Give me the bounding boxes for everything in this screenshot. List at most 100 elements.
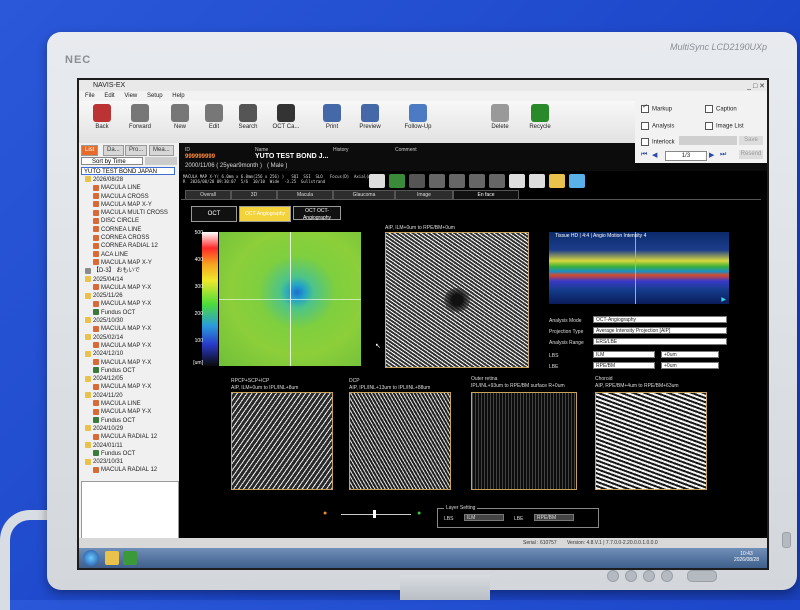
lbe-offset-input[interactable]: +0um: [661, 362, 719, 369]
lbs-offset-input[interactable]: +0um: [661, 351, 719, 358]
layer-lbe-select[interactable]: RPE/BM: [534, 514, 574, 521]
main-angio-image[interactable]: [385, 232, 529, 368]
tree-item[interactable]: 2025/11/26: [81, 292, 177, 300]
markup-checkbox[interactable]: Markup: [641, 105, 672, 113]
tree-item[interactable]: MACULA MAP Y-X: [81, 284, 177, 292]
menu-setup[interactable]: Setup: [147, 93, 163, 99]
tree-item[interactable]: MACULA RADIAL 12: [81, 466, 177, 474]
tree-item[interactable]: MACULA MULTI CROSS: [81, 209, 177, 217]
toolbar-print-button[interactable]: Print: [311, 103, 353, 130]
lbe-select[interactable]: RPE/BM: [593, 362, 655, 369]
tree-item[interactable]: Fundus OCT: [81, 309, 177, 317]
tree-item[interactable]: ACA LINE: [81, 251, 177, 259]
menu-edit[interactable]: Edit: [104, 93, 114, 99]
projection-type-select[interactable]: Average Intensity Projection [AIP]: [593, 327, 727, 334]
layer-lbs-select[interactable]: ILM: [464, 514, 504, 521]
map-horizontal-cursor[interactable]: [219, 299, 361, 300]
image-list-checkbox[interactable]: Image List: [705, 122, 744, 130]
outer-retina-image[interactable]: [471, 392, 577, 490]
tree-item[interactable]: 2025/04/14: [81, 275, 177, 284]
monitor-right-button[interactable]: [643, 570, 655, 582]
analysis-checkbox[interactable]: Analysis: [641, 122, 674, 130]
toolbar-preview-button[interactable]: Preview: [349, 103, 391, 130]
thickness-map-image[interactable]: [219, 232, 361, 366]
report-icon[interactable]: [369, 174, 385, 188]
tree-item[interactable]: 2025/02/14: [81, 334, 177, 342]
tree-item[interactable]: MACULA MAP Y-X: [81, 408, 177, 416]
page-indicator[interactable]: 1/3: [665, 151, 707, 161]
tree-item[interactable]: MACULA CROSS: [81, 193, 177, 201]
analysis-range-select[interactable]: ERS/LBE: [593, 338, 727, 345]
tree-item[interactable]: MACULA LINE: [81, 184, 177, 192]
tree-item[interactable]: 2024/01/11: [81, 441, 177, 450]
taskbar-explorer-icon[interactable]: [105, 551, 119, 565]
monitor-input-button[interactable]: [687, 570, 717, 582]
oct-and-angio-button[interactable]: OCT OCT-Angiography: [293, 206, 341, 221]
monitor-left-button[interactable]: [625, 570, 637, 582]
tree-item[interactable]: 2024/12/10: [81, 350, 177, 358]
bscan-arrow-icon[interactable]: ▶: [721, 296, 726, 303]
view-layout-buttons[interactable]: [679, 136, 737, 145]
tree-item[interactable]: MACULA MAP Y-X: [81, 383, 177, 391]
tree-item[interactable]: MACULA RADIAL 12: [81, 433, 177, 441]
export-icon[interactable]: [489, 174, 505, 188]
tree-item[interactable]: 2023/10/31: [81, 458, 177, 466]
next-page-icon[interactable]: ▶: [709, 151, 714, 159]
settings-icon[interactable]: [569, 174, 585, 188]
resend-button[interactable]: Resend: [739, 150, 763, 159]
tab-protocol[interactable]: Pro...: [125, 145, 148, 156]
tree-item[interactable]: 2024/10/29: [81, 425, 177, 433]
toolbar-search-button[interactable]: Search: [227, 103, 269, 130]
reference-icon[interactable]: [469, 174, 485, 188]
oct-angiography-button[interactable]: OCT-Angiography: [239, 206, 291, 222]
menu-file[interactable]: File: [85, 93, 95, 99]
tree-item[interactable]: 2024/11/20: [81, 392, 177, 400]
sort-buttons[interactable]: [145, 157, 177, 165]
annotation-icon[interactable]: [529, 174, 545, 188]
tree-item[interactable]: MACULA MAP Y-X: [81, 342, 177, 350]
tree-item[interactable]: MACULA LINE: [81, 400, 177, 408]
sort-dropdown[interactable]: Sort by Time: [81, 157, 143, 165]
bscan-position-line[interactable]: [635, 232, 636, 304]
monitor-select-button[interactable]: [661, 570, 673, 582]
brightness-high-icon[interactable]: ●: [417, 510, 421, 517]
caption-checkbox[interactable]: Caption: [705, 105, 737, 113]
tree-item[interactable]: MACULA MAP Y-X: [81, 325, 177, 333]
dcp-image[interactable]: [349, 392, 451, 490]
tree-item[interactable]: DISC CIRCLE: [81, 217, 177, 225]
tree-item[interactable]: Fundus OCT: [81, 417, 177, 425]
monitor-power-button[interactable]: [782, 532, 791, 548]
tree-item[interactable]: MACULA MAP Y-X: [81, 358, 177, 367]
start-button-icon[interactable]: [83, 550, 99, 566]
tree-item[interactable]: MACULA MAP X-Y: [81, 259, 177, 267]
tab-list[interactable]: List: [81, 145, 99, 156]
grid-icon[interactable]: [449, 174, 465, 188]
toolbar-follow-up-button[interactable]: Follow-Up: [397, 103, 439, 130]
bscan-image[interactable]: Tissue HD | 4:4 | Angio Motion Intensity…: [549, 232, 729, 304]
tree-item[interactable]: 2026/08/28: [81, 176, 177, 184]
lbs-select[interactable]: ILM: [593, 351, 655, 358]
toolbar-oct-capture-button[interactable]: OCT Ca...: [265, 103, 307, 130]
brightness-slider-thumb[interactable]: [373, 510, 376, 518]
tree-item[interactable]: CORNEA CROSS: [81, 234, 177, 242]
enface-icon[interactable]: [409, 174, 425, 188]
layer-icon[interactable]: [389, 174, 405, 188]
choroid-image[interactable]: [595, 392, 707, 490]
menu-view[interactable]: View: [124, 93, 137, 99]
toolbar-delete-button[interactable]: Delete: [479, 103, 521, 130]
tab-measure[interactable]: Mea...: [149, 145, 174, 156]
tree-item[interactable]: Fundus OCT: [81, 367, 177, 375]
toolbar-forward-button[interactable]: Forward: [119, 103, 161, 130]
tree-item[interactable]: 【D-3】 おもいで: [81, 267, 177, 275]
analysis-mode-select[interactable]: OCT-Angiography: [593, 316, 727, 323]
menu-help[interactable]: Help: [172, 93, 184, 99]
rpcp-image[interactable]: [231, 392, 333, 490]
save-button[interactable]: Save: [739, 136, 763, 145]
first-page-icon[interactable]: ⏮: [641, 151, 647, 159]
tree-item[interactable]: 2025/10/30: [81, 317, 177, 325]
toolbar-recycle-button[interactable]: Recycle: [519, 103, 561, 130]
thickness-icon[interactable]: [429, 174, 445, 188]
interlock-checkbox[interactable]: Interlock: [641, 138, 675, 146]
tree-item[interactable]: Fundus OCT: [81, 450, 177, 458]
oct-button[interactable]: OCT: [191, 206, 237, 222]
